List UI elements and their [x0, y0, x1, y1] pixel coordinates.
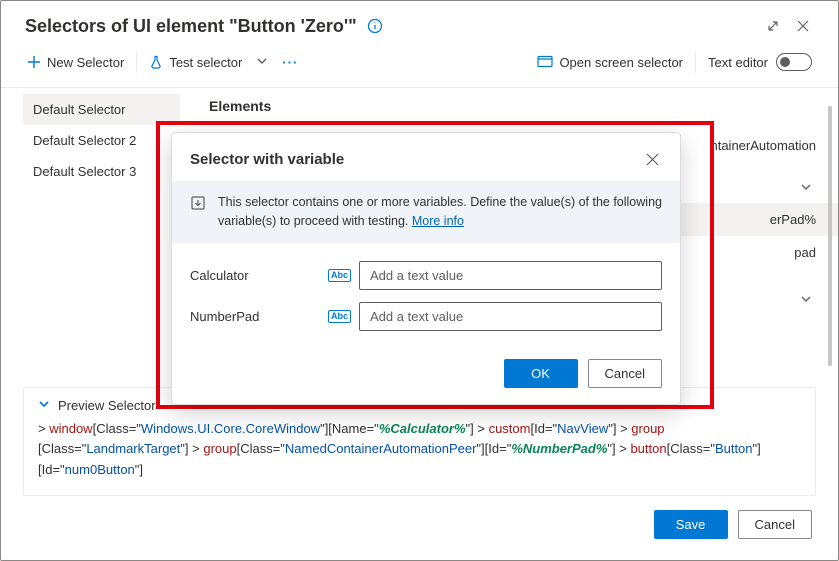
chevron-down-icon[interactable]	[796, 289, 816, 309]
dialog-header: Selector with variable	[172, 133, 680, 181]
test-selector-dropdown[interactable]	[250, 49, 274, 76]
toolbar-separator	[136, 51, 137, 73]
dialog-info-banner: This selector contains one or more varia…	[172, 181, 680, 243]
sidebar-item-default-selector[interactable]: Default Selector	[23, 94, 180, 125]
selector-list: Default Selector Default Selector 2 Defa…	[1, 88, 181, 383]
text-type-icon: Abc	[328, 310, 351, 323]
close-icon[interactable]	[788, 11, 818, 41]
scrollbar[interactable]	[828, 106, 832, 366]
test-selector-button[interactable]: Test selector	[141, 49, 250, 76]
save-button[interactable]: Save	[654, 510, 728, 539]
chevron-down-icon	[38, 398, 50, 413]
calculator-input[interactable]	[359, 261, 662, 290]
toolbar: New Selector Test selector ··· Open scre…	[1, 43, 838, 88]
open-screen-selector-button[interactable]: Open screen selector	[529, 49, 691, 76]
sidebar-item-label: Default Selector 3	[33, 164, 136, 179]
new-selector-label: New Selector	[47, 55, 124, 70]
ok-button[interactable]: OK	[504, 359, 578, 388]
variable-label: Calculator	[190, 268, 320, 283]
element-text: erPad%	[770, 212, 816, 227]
dialog-banner-text: This selector contains one or more varia…	[218, 193, 662, 231]
element-text: pad	[794, 245, 816, 260]
dialog-footer: OK Cancel	[172, 349, 680, 404]
open-screen-label: Open screen selector	[559, 55, 683, 70]
more-info-link[interactable]: More info	[412, 214, 464, 228]
numberpad-input[interactable]	[359, 302, 662, 331]
selector-variable-dialog: Selector with variable This selector con…	[171, 132, 681, 405]
text-editor-toggle[interactable]: Text editor	[700, 47, 820, 77]
dialog-body: Calculator Abc NumberPad Abc	[172, 243, 680, 349]
footer: Save Cancel	[1, 496, 838, 553]
test-selector-label: Test selector	[169, 55, 242, 70]
flask-icon	[149, 55, 163, 69]
new-selector-button[interactable]: New Selector	[19, 49, 132, 76]
chevron-down-icon[interactable]	[796, 177, 816, 197]
element-text: ntainerAutomation	[710, 138, 816, 153]
sidebar-item-default-selector-2[interactable]: Default Selector 2	[23, 125, 180, 156]
selectors-window: Selectors of UI element "Button 'Zero'" …	[0, 0, 839, 561]
variable-row-calculator: Calculator Abc	[190, 261, 662, 290]
text-editor-label: Text editor	[708, 55, 768, 70]
selector-preview-text: > window[Class="Windows.UI.Core.CoreWind…	[38, 419, 801, 481]
sidebar-item-label: Default Selector 2	[33, 133, 136, 148]
sidebar-item-default-selector-3[interactable]: Default Selector 3	[23, 156, 180, 187]
variable-row-numberpad: NumberPad Abc	[190, 302, 662, 331]
restore-icon[interactable]	[758, 11, 788, 41]
plus-icon	[27, 55, 41, 69]
toggle-off-icon	[776, 53, 812, 71]
window-header: Selectors of UI element "Button 'Zero'"	[1, 1, 838, 43]
dialog-title: Selector with variable	[190, 151, 640, 168]
sidebar-item-label: Default Selector	[33, 102, 126, 117]
preview-title: Preview Selector	[58, 398, 156, 413]
toolbar-separator	[695, 51, 696, 73]
more-actions-button[interactable]: ···	[274, 55, 306, 70]
screen-icon	[537, 55, 553, 69]
info-icon[interactable]	[367, 18, 383, 34]
dialog-close-button[interactable]	[640, 147, 664, 171]
variable-label: NumberPad	[190, 309, 320, 324]
text-type-icon: Abc	[328, 269, 351, 282]
cancel-button[interactable]: Cancel	[738, 510, 812, 539]
page-title: Selectors of UI element "Button 'Zero'"	[25, 16, 357, 37]
elements-heading: Elements	[181, 94, 838, 120]
dialog-cancel-button[interactable]: Cancel	[588, 359, 662, 388]
download-icon	[190, 195, 206, 231]
